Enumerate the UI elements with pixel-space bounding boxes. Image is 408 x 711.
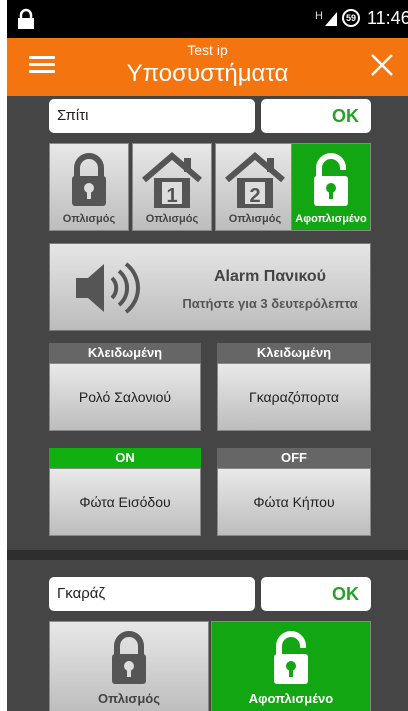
status-badge: Κλειδωμένη	[49, 343, 201, 363]
mode-label: Οπλισμός	[228, 213, 282, 225]
house-1-icon: 1	[142, 152, 202, 208]
control-label: Φώτα Κήπου	[253, 494, 335, 510]
mode-button-disarmed[interactable]: Αφοπλισμένο	[291, 143, 371, 231]
lock-closed-icon	[112, 631, 146, 684]
partition-name-field[interactable]: Γκαράζ	[49, 577, 255, 611]
control-garden-lights[interactable]: OFF Φώτα Κήπου	[217, 448, 371, 536]
control-living-room-shutter[interactable]: Κλειδωμένη Ρολό Σαλονιού	[49, 343, 201, 431]
house-number-2: 2	[249, 185, 260, 207]
panic-subtitle: Πατήστε για 3 δευτερόλεπτα	[182, 296, 358, 311]
panic-title: Alarm Πανικού	[213, 268, 326, 285]
lock-open-icon	[314, 153, 348, 206]
mode-button-disarmed[interactable]: Αφοπλισμένο	[211, 621, 371, 711]
partition-panel-home: Σπίτι OK Οπλισμός 1 Οπλισμός 2 Οπλισμός …	[7, 96, 408, 550]
status-badge: Κλειδωμένη	[217, 343, 371, 363]
status-badge: OFF	[217, 448, 371, 468]
battery-icon: 59	[342, 9, 360, 27]
mode-label: Οπλισμός	[145, 213, 199, 225]
house-number-1: 1	[166, 185, 177, 207]
mode-button-arm[interactable]: Οπλισμός	[49, 621, 209, 711]
mode-label: Οπλισμός	[98, 691, 160, 706]
clock: 11:46	[367, 8, 408, 28]
speaker-icon	[76, 262, 140, 314]
mode-button-arm-2[interactable]: 2 Οπλισμός	[215, 143, 295, 231]
control-garage-door[interactable]: Κλειδωμένη Γκαραζόπορτα	[217, 343, 371, 431]
control-label: Γκαραζόπορτα	[249, 389, 339, 405]
partition-name-field[interactable]: Σπίτι	[49, 99, 255, 133]
status-bar: H 59 11:46	[7, 0, 408, 38]
page-title: Υποσυστήματα	[126, 60, 289, 87]
control-label: Φώτα Εισόδου	[79, 494, 171, 510]
app-screen: H 59 11:46 Test ip Υποσυστήματα Σπίτι OK…	[7, 0, 408, 711]
mode-label: Αφοπλισμένο	[248, 691, 334, 706]
lock-open-icon	[274, 631, 308, 684]
section-divider	[7, 550, 408, 560]
lock-closed-icon	[72, 153, 106, 206]
house-2-icon: 2	[225, 152, 285, 208]
control-entrance-lights[interactable]: ON Φώτα Εισόδου	[49, 448, 201, 536]
close-icon[interactable]	[369, 52, 395, 78]
mode-button-arm[interactable]: Οπλισμός	[49, 143, 129, 231]
status-badge: ON	[49, 448, 201, 468]
signal-icon: H	[315, 10, 323, 22]
control-label: Ρολό Σαλονιού	[78, 389, 172, 405]
mode-label: Οπλισμός	[62, 213, 116, 225]
mode-label: Αφοπλισμένο	[295, 213, 367, 225]
signal-bars-icon	[325, 12, 337, 26]
lock-status-icon	[18, 8, 34, 29]
ok-button[interactable]: OK	[261, 577, 371, 611]
app-bar: Test ip Υποσυστήματα	[7, 38, 408, 96]
ok-button[interactable]: OK	[261, 99, 371, 133]
panic-alarm-button[interactable]: Alarm Πανικού Πατήστε για 3 δευτερόλεπτα	[49, 243, 371, 331]
mode-button-arm-1[interactable]: 1 Οπλισμός	[132, 143, 212, 231]
partition-panel-garage: Γκαράζ OK Οπλισμός Αφοπλισμένο	[7, 560, 408, 711]
app-subtitle: Test ip	[187, 42, 228, 58]
